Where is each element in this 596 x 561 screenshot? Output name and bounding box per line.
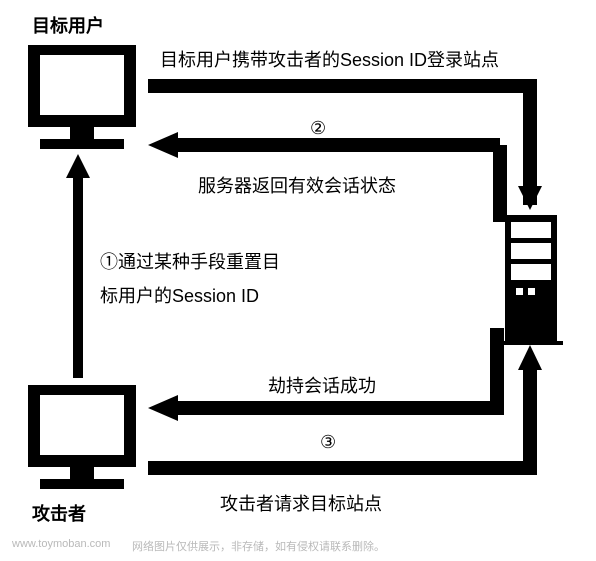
arrow-3-out-label: 攻击者请求目标站点	[220, 490, 382, 516]
arrow-1-label-line2: 标用户的Session ID	[100, 282, 259, 308]
attacker-label: 攻击者	[32, 500, 86, 526]
diagram-canvas	[0, 0, 596, 561]
footer-note: 网络图片仅供展示，非存储，如有侵权请联系删除。	[132, 538, 385, 554]
step-3-number: ③	[320, 432, 336, 453]
target-user-label: 目标用户	[32, 12, 104, 38]
attacker-icon	[28, 385, 136, 489]
footer-domain: www.toymoban.com	[12, 538, 110, 550]
server-icon	[499, 215, 563, 345]
target-user-icon	[28, 45, 136, 149]
arrow-2-return-label: 服务器返回有效会话状态	[198, 172, 396, 198]
arrow-1-label-line1: ①通过某种手段重置目	[100, 248, 280, 274]
arrow-3-return-label: 劫持会话成功	[268, 372, 376, 398]
step-2-number: ②	[310, 118, 326, 139]
arrow-2-out-label: 目标用户携带攻击者的Session ID登录站点	[160, 46, 499, 72]
arrow-1	[66, 154, 90, 378]
